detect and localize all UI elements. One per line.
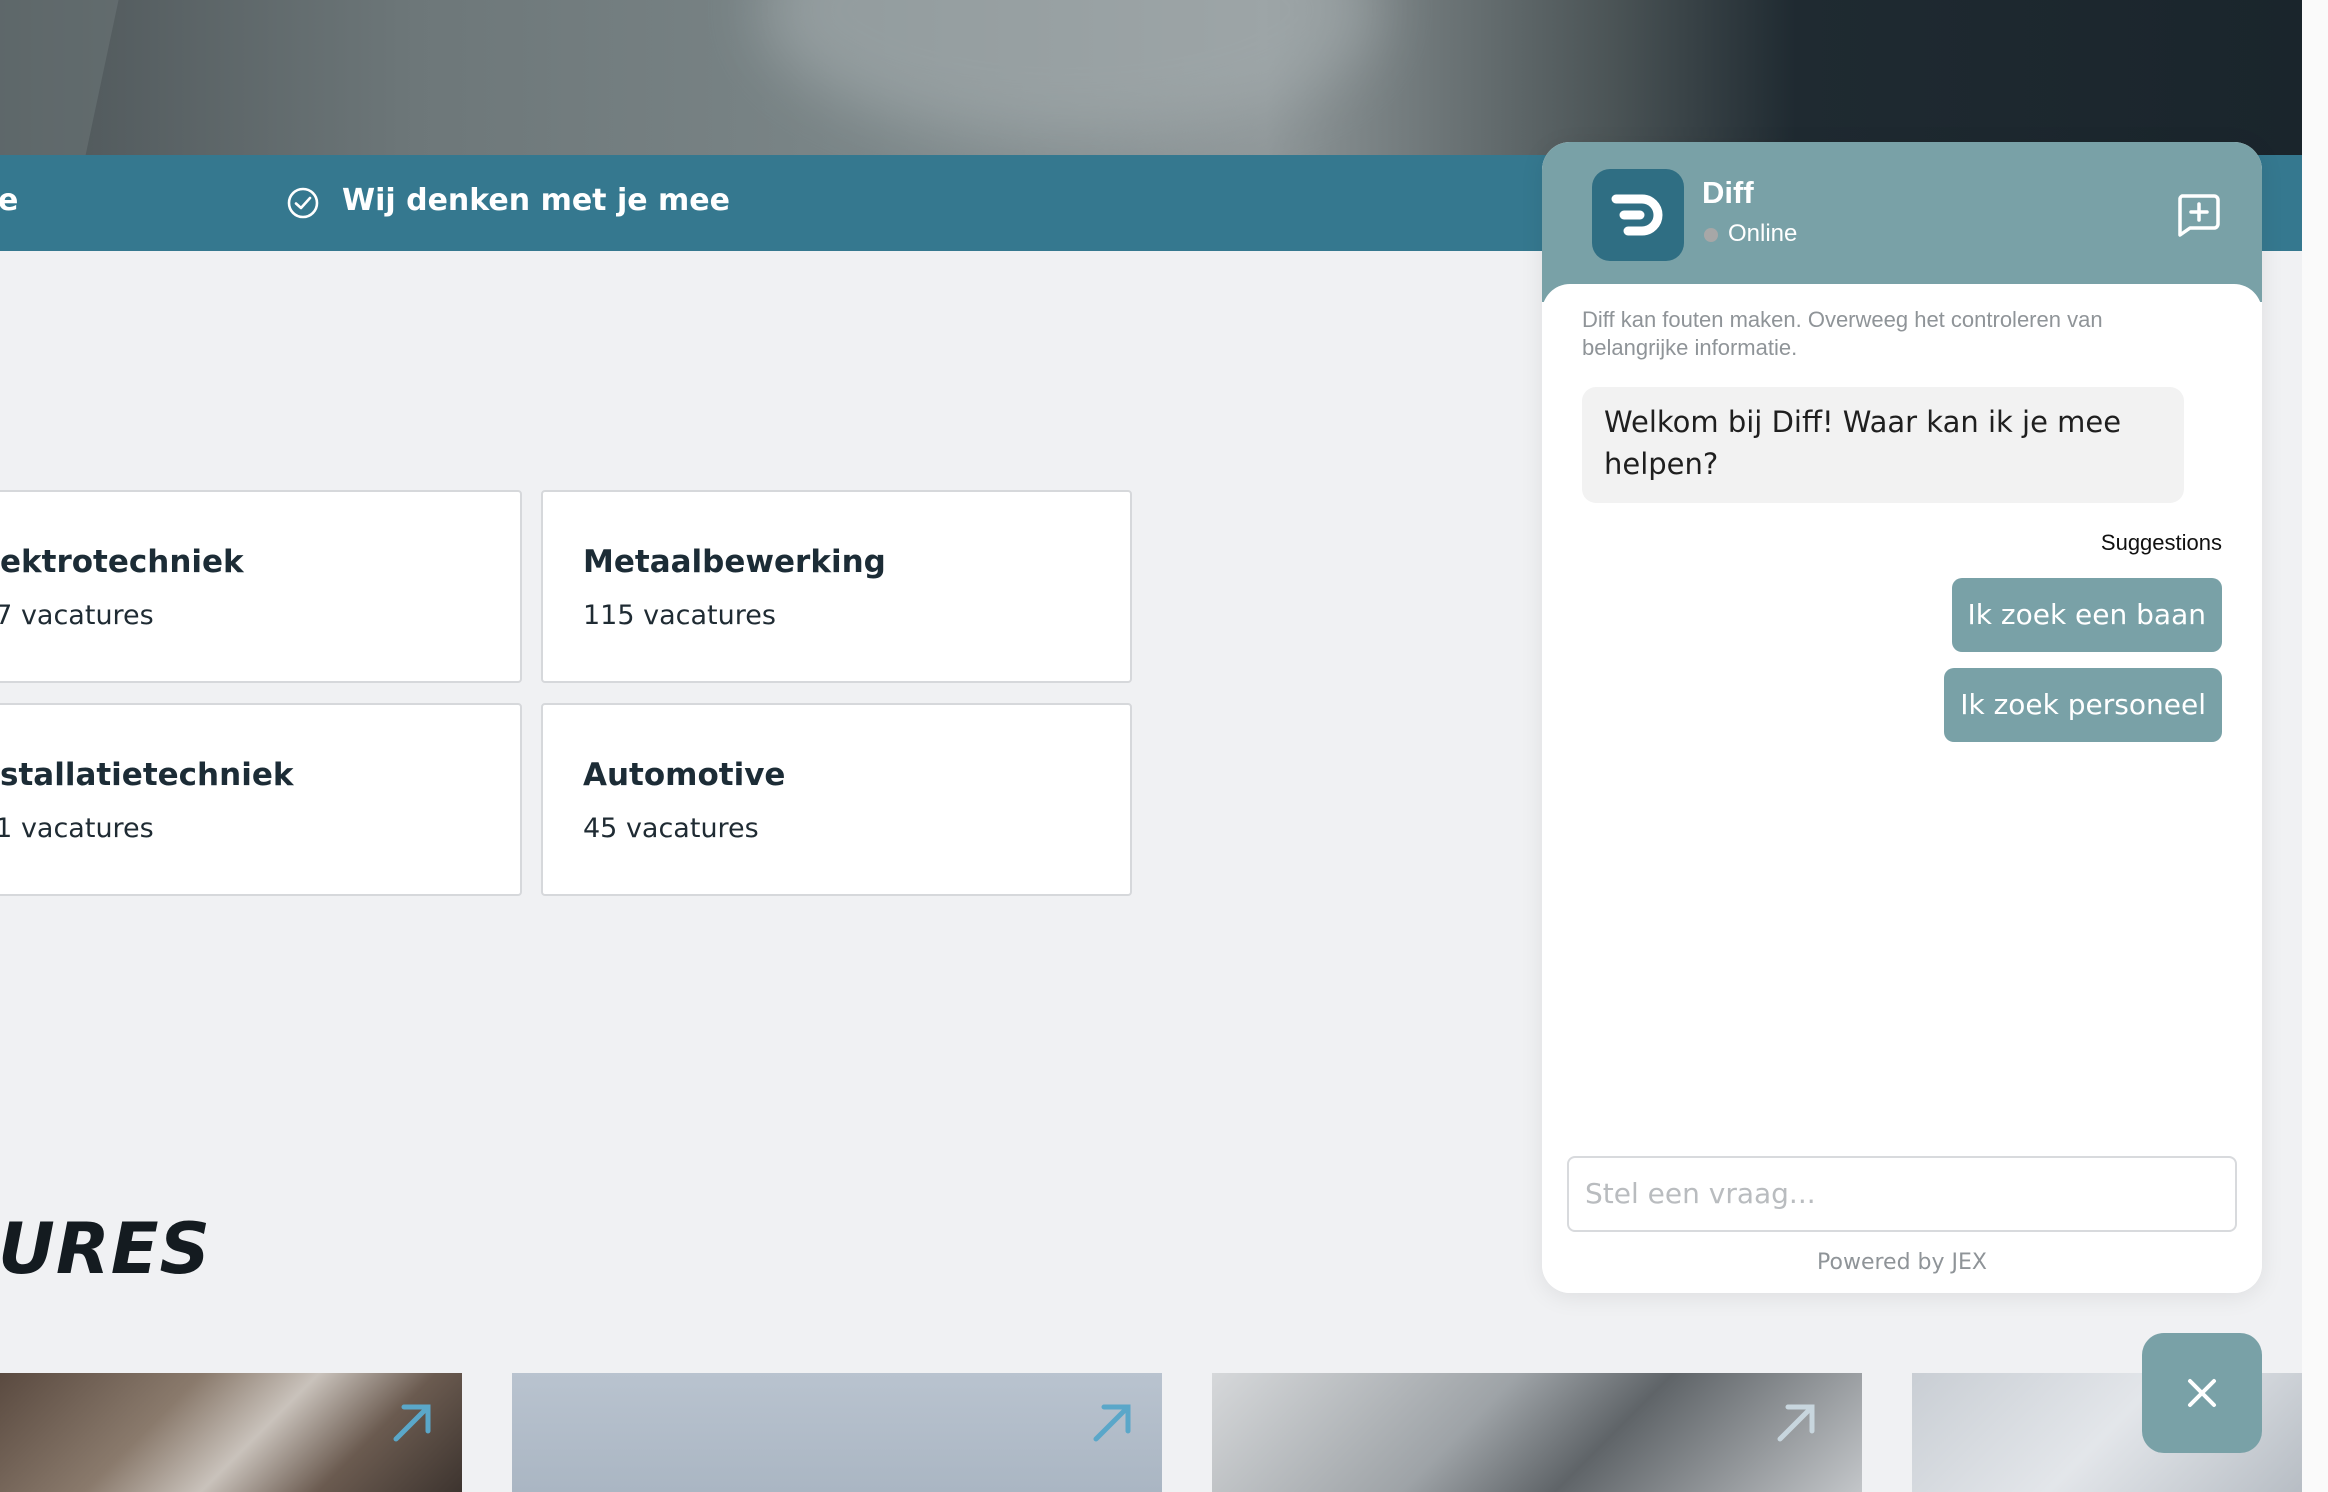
category-count: 115 vacatures (583, 600, 776, 631)
check-circle-icon (287, 187, 319, 219)
vacancy-tile[interactable] (512, 1373, 1162, 1492)
category-count: 45 vacatures (583, 813, 759, 844)
hero-image (0, 0, 2302, 155)
category-title: Automotive (583, 757, 786, 793)
chat-disclaimer: Diff kan fouten maken. Overweeg het cont… (1582, 307, 2103, 360)
close-chat-button[interactable] (2142, 1333, 2262, 1453)
category-count: 57 vacatures (0, 600, 154, 631)
category-title: Metaalbewerking (583, 544, 886, 580)
chat-status: Online (1728, 220, 1798, 247)
diff-logo (1592, 169, 1684, 261)
usp-item-partial: e (0, 183, 19, 218)
chat-widget: Diff Online Diff kan fouten maken. Overw… (1542, 142, 2262, 1293)
usp-item: Wij denken met je mee (342, 183, 730, 218)
category-card[interactable]: Metaalbewerking 115 vacatures (541, 490, 1132, 683)
chat-body: Diff kan fouten maken. Overweeg het cont… (1542, 284, 2262, 1293)
arrow-up-right-icon (1093, 1404, 1131, 1442)
chat-agent-name: Diff (1702, 175, 1754, 210)
section-heading: URES (0, 1208, 211, 1290)
vacancy-tile[interactable] (0, 1373, 462, 1492)
status-dot (1704, 228, 1718, 242)
powered-by: Powered by JEX (1817, 1250, 1987, 1275)
close-icon (2188, 1379, 2216, 1407)
category-card[interactable]: stallatietechniek 31 vacatures (0, 703, 522, 896)
suggestion-button[interactable]: Ik zoek een baan (1951, 578, 2222, 652)
vacancy-tile[interactable] (1212, 1373, 1862, 1492)
bot-message: Welkom bij Diff! Waar kan ik je mee help… (1582, 387, 2184, 503)
new-chat-icon[interactable] (2174, 192, 2222, 238)
diff-logo-mark (1611, 194, 1663, 236)
category-card[interactable]: Automotive 45 vacatures (541, 703, 1132, 896)
category-title: ektrotechniek (0, 544, 244, 580)
suggestions-label: Suggestions (2100, 530, 2222, 555)
suggestion-button[interactable]: Ik zoek personeel (1944, 668, 2222, 742)
category-count: 31 vacatures (0, 813, 154, 844)
arrow-up-right-icon (393, 1404, 431, 1442)
chat-input[interactable]: Stel een vraag... (1567, 1156, 2237, 1232)
category-title: stallatietechniek (0, 757, 294, 793)
arrow-up-right-icon (1777, 1404, 1815, 1442)
chat-header: Diff Online (1542, 142, 2262, 302)
page-scrollbar[interactable] (2302, 0, 2328, 1492)
category-card[interactable]: ektrotechniek 57 vacatures (0, 490, 522, 683)
